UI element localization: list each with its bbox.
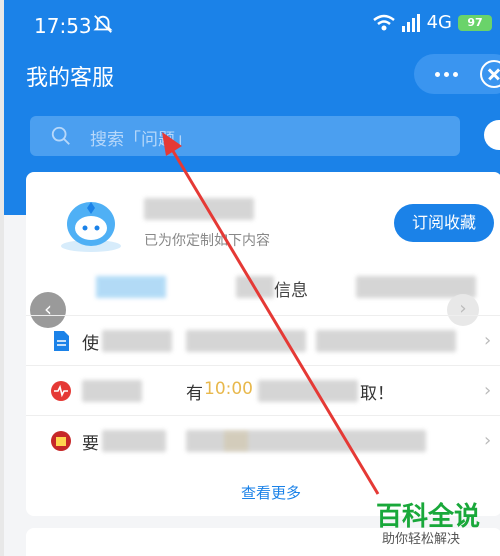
row-time: 10:00 — [204, 379, 253, 399]
app-screen: 17:53 4G 97 我的客服 搜索「问题」 已为你定制如下内容 订阅收藏 信… — [4, 0, 500, 556]
wifi-icon — [372, 14, 395, 30]
blurred-text — [82, 380, 142, 402]
blurred-username — [144, 198, 254, 220]
blurred-text — [186, 430, 426, 452]
signal-icon — [401, 13, 420, 32]
document-icon — [54, 331, 69, 351]
battery-indicator: 97 — [458, 14, 492, 31]
list-item[interactable]: 使 › — [26, 315, 500, 365]
watermark-subtitle: 助你轻松解决 — [382, 532, 461, 547]
chevron-right-icon: › — [484, 330, 492, 351]
tab-info[interactable]: 信息 — [274, 276, 308, 301]
blurred-text — [186, 330, 306, 352]
subscribe-button[interactable]: 订阅收藏 — [394, 204, 494, 242]
list-item[interactable]: 要 › — [26, 415, 500, 465]
blurred-text — [102, 430, 166, 452]
blurred-text — [102, 330, 172, 352]
network-type: 4G — [426, 12, 452, 33]
search-icon — [51, 126, 70, 145]
status-time: 17:53 — [34, 14, 92, 38]
tab-active-blurred[interactable] — [96, 276, 166, 298]
row-suffix: 取！ — [360, 384, 394, 404]
status-indicators: 4G 97 — [372, 12, 492, 33]
row-prefix: 要 — [82, 434, 99, 454]
chevron-right-icon: › — [484, 430, 492, 451]
status-bar: 17:53 4G 97 — [4, 0, 500, 44]
search-input[interactable]: 搜索「问题」 — [30, 116, 460, 156]
page-title: 我的客服 — [26, 65, 115, 90]
row-prefix: 使 — [82, 334, 99, 354]
heart-monitor-icon — [51, 381, 71, 401]
more-button[interactable] — [428, 62, 464, 86]
list-item[interactable]: 有 10:00 取！ › — [26, 365, 500, 415]
robot-mascot-icon — [61, 202, 121, 252]
shop-icon — [51, 431, 71, 451]
mute-bell-icon — [93, 15, 113, 33]
blurred-text — [316, 330, 456, 352]
row-text-middle: 有 — [186, 384, 203, 404]
blurred-text — [258, 380, 358, 402]
tab-blurred — [236, 276, 274, 298]
chevron-right-icon: › — [484, 380, 492, 401]
search-placeholder: 搜索「问题」 — [90, 130, 192, 150]
see-more-link[interactable]: 查看更多 — [241, 482, 301, 503]
close-button[interactable] — [480, 60, 500, 88]
customized-subtitle: 已为你定制如下内容 — [144, 233, 270, 249]
